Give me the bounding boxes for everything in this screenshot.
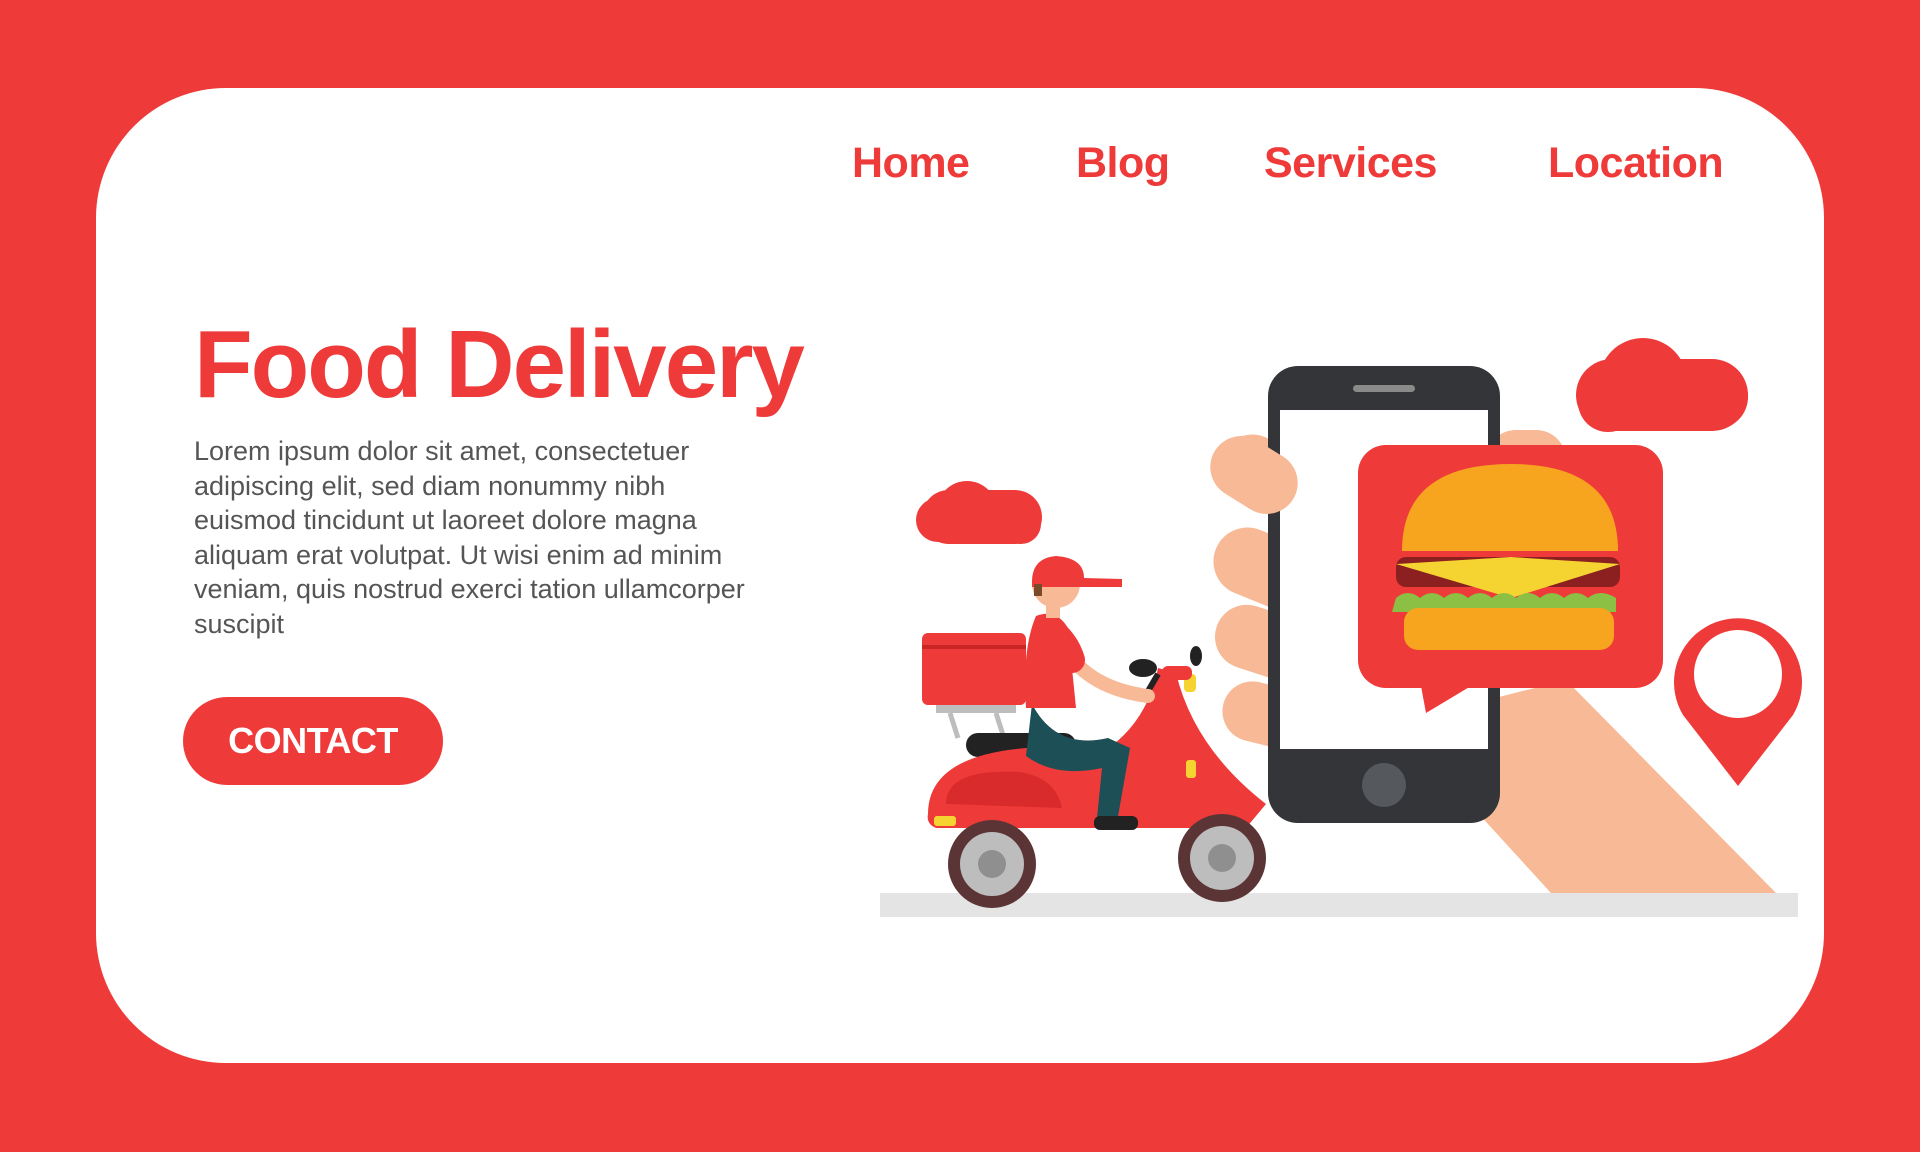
delivery-illustration xyxy=(880,338,1802,917)
cloud-icon xyxy=(916,481,1042,544)
landing-card: Home Blog Services Location Food Deliver… xyxy=(96,88,1824,1063)
burger-icon xyxy=(1392,464,1620,650)
location-pin-icon xyxy=(1674,618,1802,786)
cloud-icon xyxy=(1576,338,1748,432)
